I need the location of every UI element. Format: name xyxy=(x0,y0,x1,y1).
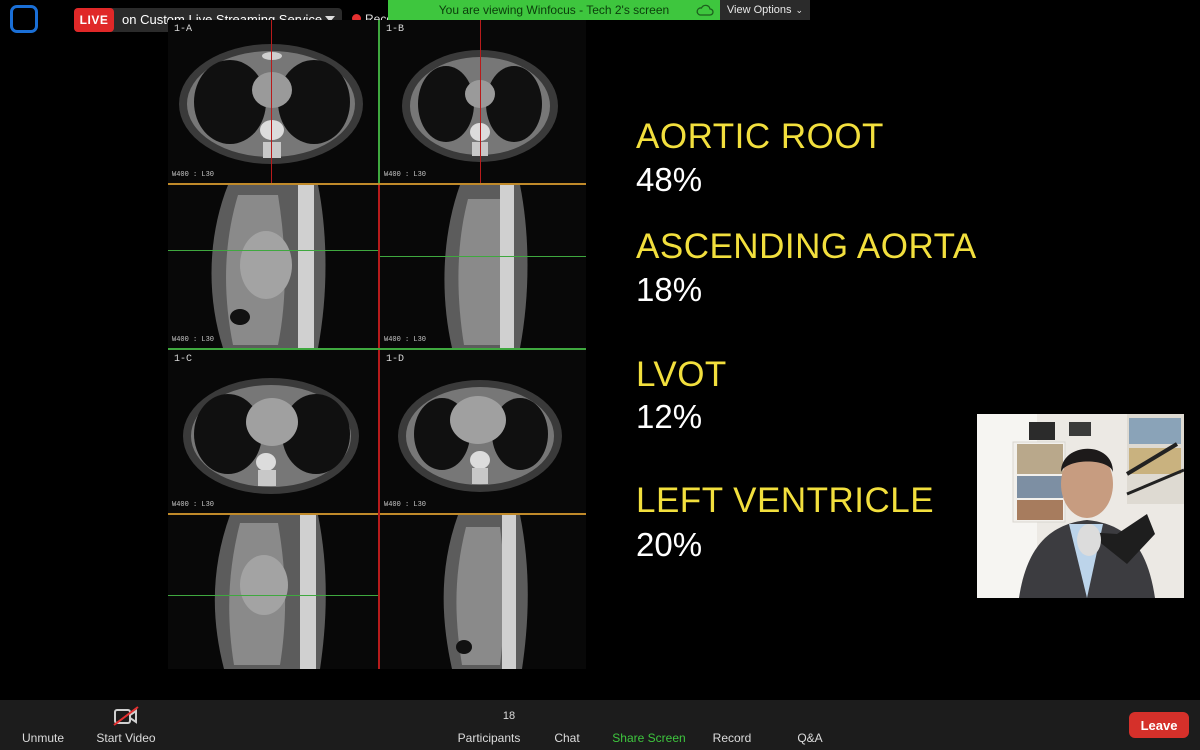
stat-value-ascending-aorta: 18% xyxy=(636,271,703,308)
app-window-icon[interactable] xyxy=(10,5,38,33)
ct-panel-1a: 1-A W400 : L30 xyxy=(168,20,378,183)
window-level-label: W400 : L30 xyxy=(172,336,215,344)
sagittal-ct-slice xyxy=(211,185,326,348)
crosshair-line xyxy=(168,348,586,350)
participants-button[interactable]: Participants xyxy=(452,731,526,745)
window-level-label: W400 : L30 xyxy=(172,171,215,179)
meeting-toolbar xyxy=(0,700,1200,750)
cloud-icon xyxy=(696,4,714,16)
axial-ct-slice xyxy=(398,380,562,492)
panel-label: 1-D xyxy=(386,354,405,365)
crosshair-line xyxy=(378,185,380,669)
share-screen-label: Share Screen xyxy=(612,731,686,745)
window-level-label: W400 : L30 xyxy=(384,336,427,344)
ct-panel-sagittal-b: W400 : L30 xyxy=(380,185,586,348)
stat-title-left-ventricle: LEFT VENTRICLE xyxy=(636,481,935,520)
axial-ct-slice xyxy=(183,378,359,494)
stat-value-aortic-root: 48% xyxy=(636,161,703,198)
ct-panel-sagittal-c xyxy=(168,515,378,669)
crosshair-line xyxy=(271,20,272,183)
view-options-button[interactable]: View Options ⌄ xyxy=(720,0,810,20)
window-level-label: W400 : L30 xyxy=(172,501,215,509)
ct-scan-image: 1-A W400 : L30 1-B W400 : L30 W400: L30… xyxy=(168,20,586,669)
panel-label: 1-A xyxy=(174,24,193,35)
stat-title-aortic-root: AORTIC ROOT xyxy=(636,117,884,156)
crosshair-line xyxy=(168,183,586,185)
ct-panel-sagittal-a: W400 : L30 xyxy=(168,185,378,348)
start-video-label: Start Video xyxy=(96,731,156,745)
screen-share-banner: You are viewing Winfocus - Tech 2's scre… xyxy=(388,0,720,20)
crosshair-line xyxy=(168,250,378,251)
record-button[interactable]: Record xyxy=(706,731,758,745)
leave-button[interactable]: Leave xyxy=(1129,712,1189,738)
window-level-label: W400 : L30 xyxy=(384,171,427,179)
sagittal-ct-slice xyxy=(214,515,326,669)
sagittal-ct-slice xyxy=(443,515,528,669)
window-level-label: W400 : L30 xyxy=(384,501,427,509)
chat-label: Chat xyxy=(554,731,580,745)
ct-panel-1d: 1-D W400 : L30 xyxy=(380,350,586,513)
crosshair-line xyxy=(378,20,380,183)
participants-count-badge: 18 xyxy=(502,710,516,722)
start-video-button[interactable]: Start Video xyxy=(88,731,164,745)
crosshair-line xyxy=(168,513,586,515)
crosshair-line xyxy=(480,20,481,183)
panel-label: 1-C xyxy=(174,354,193,365)
share-screen-button[interactable]: Share Screen xyxy=(606,731,692,745)
qa-button[interactable]: Q&A xyxy=(792,731,828,745)
ct-panel-sagittal-d xyxy=(380,515,586,669)
unmute-button[interactable]: Unmute xyxy=(12,731,74,745)
chat-button[interactable]: Chat xyxy=(548,731,586,745)
stat-title-ascending-aorta: ASCENDING AORTA xyxy=(636,227,977,266)
stat-value-lvot: 12% xyxy=(636,398,703,435)
unmute-label: Unmute xyxy=(21,731,65,745)
chevron-down-icon: ⌄ xyxy=(795,4,804,15)
live-badge: LIVE xyxy=(74,8,114,32)
ct-panel-1c: 1-C W400 : L30 xyxy=(168,350,378,513)
axial-ct-slice xyxy=(179,44,363,164)
crosshair-line xyxy=(380,256,586,257)
ct-panel-1b: 1-B W400 : L30 xyxy=(380,20,586,183)
stat-title-lvot: LVOT xyxy=(636,355,727,394)
record-label: Record xyxy=(712,731,752,745)
speaker-video-thumbnail[interactable] xyxy=(977,414,1184,598)
video-off-icon[interactable] xyxy=(112,705,140,727)
speaker-video-frame xyxy=(977,414,1184,598)
crosshair-line xyxy=(168,595,378,596)
axial-ct-slice xyxy=(402,50,558,162)
stat-value-left-ventricle: 20% xyxy=(636,526,703,563)
view-options-label: View Options xyxy=(726,4,792,16)
sagittal-ct-slice xyxy=(444,185,528,348)
participants-label: Participants xyxy=(457,731,521,745)
qa-label: Q&A xyxy=(797,731,823,745)
panel-label: 1-B xyxy=(386,24,405,35)
